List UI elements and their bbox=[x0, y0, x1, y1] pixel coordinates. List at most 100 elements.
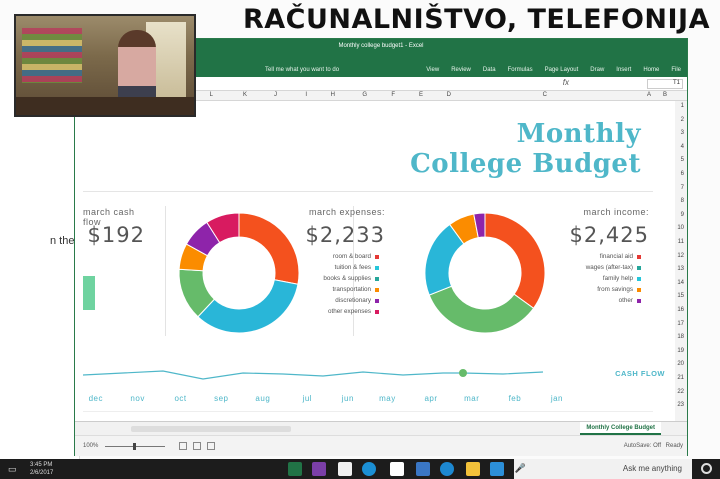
column-header[interactable]: H bbox=[331, 92, 335, 98]
column-header[interactable]: I bbox=[305, 92, 307, 98]
row-header[interactable]: 8 bbox=[681, 198, 684, 204]
background-text-fragment: n the bbox=[50, 235, 75, 247]
column-header[interactable]: L bbox=[210, 92, 213, 98]
zoom-level[interactable]: 100% bbox=[83, 443, 98, 449]
tab-formulas[interactable]: Formulas bbox=[508, 67, 533, 73]
video-thumbnail[interactable] bbox=[14, 14, 196, 117]
month-label: oct bbox=[174, 394, 187, 403]
legend-label: transportation bbox=[332, 286, 371, 293]
cash-flow-value: $192 bbox=[87, 223, 145, 247]
column-header[interactable]: F bbox=[391, 92, 395, 98]
file-explorer-taskbar-icon[interactable] bbox=[416, 462, 430, 476]
month-label: feb bbox=[508, 394, 522, 403]
row-header[interactable]: 11 bbox=[678, 239, 684, 245]
photos-taskbar-icon[interactable] bbox=[390, 462, 404, 476]
zoom-slider-handle[interactable] bbox=[133, 443, 136, 450]
month-label: apr bbox=[424, 394, 438, 403]
column-header[interactable]: E bbox=[419, 92, 423, 98]
row-header[interactable]: 13 bbox=[677, 266, 684, 272]
legend-swatch bbox=[637, 298, 641, 303]
tab-review[interactable]: Review bbox=[451, 67, 471, 73]
excel-taskbar-icon[interactable] bbox=[288, 462, 302, 476]
ribbon-tabs: File Home Insert Draw Page Layout Formul… bbox=[426, 67, 681, 73]
row-header[interactable]: 6 bbox=[681, 171, 684, 177]
cortana-search-box[interactable]: 🎤 Ask me anything bbox=[514, 459, 692, 479]
legend-label: other bbox=[618, 297, 633, 304]
row-header[interactable]: 15 bbox=[677, 293, 684, 299]
row-header[interactable]: 23 bbox=[677, 402, 684, 408]
tell-me-box[interactable]: Tell me what you want to do bbox=[265, 67, 339, 73]
sheet-tab-bar: Monthly College Budget bbox=[75, 421, 687, 435]
tab-insert[interactable]: Insert bbox=[616, 67, 631, 73]
store-taskbar-icon[interactable] bbox=[338, 462, 352, 476]
row-header[interactable]: 12 bbox=[677, 253, 684, 259]
tab-data[interactable]: Data bbox=[483, 67, 496, 73]
notification-icon[interactable]: ▭ bbox=[8, 464, 17, 475]
tab-file[interactable]: File bbox=[671, 67, 681, 73]
legend-label: wages (after-tax) bbox=[585, 264, 633, 271]
column-header[interactable]: J bbox=[274, 92, 277, 98]
row-header[interactable]: 18 bbox=[677, 334, 684, 340]
legend-swatch bbox=[375, 287, 379, 292]
row-header[interactable]: 19 bbox=[677, 348, 684, 354]
status-bar: 100% AutoSave: Off Ready bbox=[75, 435, 687, 456]
row-header[interactable]: 9 bbox=[681, 212, 684, 218]
row-header[interactable]: 10 bbox=[677, 225, 684, 231]
mail-taskbar-icon[interactable] bbox=[490, 462, 504, 476]
expenses-label: march expenses: bbox=[308, 207, 385, 217]
row-header[interactable]: 3 bbox=[681, 130, 684, 136]
row-header[interactable]: 7 bbox=[681, 185, 684, 191]
ready-status: Ready bbox=[665, 443, 683, 449]
row-header[interactable]: 21 bbox=[677, 375, 684, 381]
row-header[interactable]: 20 bbox=[677, 361, 684, 367]
tab-home[interactable]: Home bbox=[643, 67, 659, 73]
name-box[interactable]: T1 bbox=[647, 79, 683, 89]
page-layout-view-icon[interactable] bbox=[193, 442, 201, 450]
legend-item: tuition & fees bbox=[323, 262, 379, 273]
page-break-view-icon[interactable] bbox=[179, 442, 187, 450]
row-header[interactable]: 5 bbox=[681, 157, 684, 163]
tab-page-layout[interactable]: Page Layout bbox=[545, 67, 579, 73]
row-header[interactable]: 1 bbox=[681, 103, 684, 109]
row-header[interactable]: 2 bbox=[681, 117, 684, 123]
row-header[interactable]: 17 bbox=[677, 321, 684, 327]
tab-draw[interactable]: Draw bbox=[590, 67, 604, 73]
fx-icon[interactable]: fx bbox=[563, 78, 569, 87]
row-header[interactable]: 22 bbox=[677, 389, 684, 395]
title-divider bbox=[83, 191, 653, 192]
edge-taskbar-icon[interactable] bbox=[362, 462, 376, 476]
row-header[interactable]: 4 bbox=[681, 144, 684, 150]
column-header[interactable]: D bbox=[447, 92, 451, 98]
tab-view[interactable]: View bbox=[426, 67, 439, 73]
legend-swatch bbox=[375, 265, 379, 270]
legend-label: other expenses bbox=[327, 308, 371, 315]
browser-taskbar-icon[interactable] bbox=[440, 462, 454, 476]
normal-view-icon[interactable] bbox=[207, 442, 215, 450]
clock-time: 3:45 PM bbox=[30, 462, 53, 468]
month-axis: jan feb mar apr may jun jul aug sep oct nov dec bbox=[89, 394, 563, 406]
legend-item: books & supplies bbox=[323, 273, 379, 284]
cortana-icon[interactable] bbox=[701, 463, 712, 474]
expenses-value: $2,233 bbox=[305, 223, 385, 247]
column-header[interactable]: B bbox=[663, 92, 667, 98]
video-shelf bbox=[22, 28, 82, 83]
worksheet[interactable]: Monthly College Budget march income: $2,… bbox=[83, 101, 675, 421]
cash-flow-marker bbox=[459, 369, 467, 377]
cash-flow-title: CASH FLOW bbox=[615, 369, 665, 378]
onenote-taskbar-icon[interactable] bbox=[312, 462, 326, 476]
column-header[interactable]: C bbox=[543, 92, 547, 98]
row-header[interactable]: 16 bbox=[677, 307, 684, 313]
column-header[interactable]: K bbox=[243, 92, 247, 98]
column-header[interactable]: A bbox=[647, 92, 651, 98]
clock[interactable]: 3:45 PM 2/6/2017 bbox=[30, 461, 53, 477]
month-label: jul bbox=[302, 394, 313, 403]
row-header[interactable]: 14 bbox=[677, 280, 684, 286]
column-header[interactable]: G bbox=[362, 92, 367, 98]
horizontal-scrollbar[interactable] bbox=[131, 426, 291, 432]
legend-item: discretionary bbox=[323, 295, 379, 306]
legend-label: family help bbox=[602, 275, 633, 282]
microphone-icon[interactable]: 🎤 bbox=[515, 463, 526, 474]
sheet-tab[interactable]: Monthly College Budget bbox=[580, 422, 661, 435]
folder-taskbar-icon[interactable] bbox=[466, 462, 480, 476]
budget-title-line1: Monthly bbox=[516, 119, 641, 149]
